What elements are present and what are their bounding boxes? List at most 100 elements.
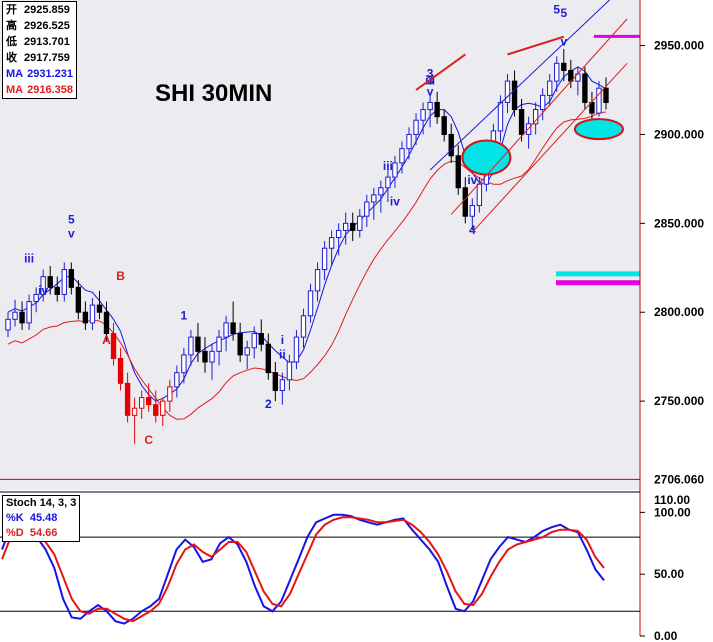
chart-stage: iii iv v 5 3 1 i ii 2 3 v iii iv iii iv v 4 5 5 A B C 2950.00…: [0, 0, 713, 642]
high-row: 高 2926.525: [6, 18, 73, 34]
candle-body: [392, 162, 398, 178]
candle-body: [258, 333, 264, 345]
wave-label-blue: iii: [383, 159, 393, 173]
candle-body: [54, 286, 60, 295]
candle-body: [89, 304, 96, 324]
candle-body: [603, 87, 609, 103]
wave-label-blue: iv: [38, 283, 48, 297]
candle-body: [385, 176, 391, 189]
candle-body: [518, 109, 525, 135]
candle-body: [286, 361, 293, 381]
candle-body: [68, 269, 74, 288]
k-label: %K: [6, 512, 24, 524]
candle-body: [434, 101, 440, 118]
wave-label-blue: iv: [390, 195, 400, 209]
candle-body: [441, 116, 447, 135]
candle-body: [251, 333, 257, 349]
candle-body: [181, 354, 187, 374]
open-value: 2925.859: [24, 4, 70, 16]
k-legend: %K 45.48: [6, 511, 76, 526]
d-label: %D: [6, 527, 24, 539]
low-row: 低 2913.701: [6, 34, 73, 50]
highlight-ellipse: [461, 139, 512, 176]
candle-body: [357, 215, 363, 231]
candle-body: [371, 194, 377, 203]
candle-body: [195, 336, 201, 352]
candle-body: [82, 311, 89, 324]
ma-fast-label: MA: [6, 68, 24, 80]
price-tick-label: 2800.000: [654, 305, 704, 319]
wave-label-blue: 5: [560, 6, 567, 20]
wave-label-blue: iv: [467, 173, 477, 187]
candle-body: [26, 301, 32, 324]
candle-body: [300, 315, 307, 338]
candle-body: [160, 400, 166, 416]
candle-body: [237, 333, 243, 356]
candle-body: [364, 201, 370, 217]
chart-title: SHI 30MIN: [155, 80, 272, 107]
stochastic-label: Stoch 14, 3, 3: [6, 497, 77, 509]
price-pane-background: [0, 0, 640, 490]
candle-body: [399, 148, 405, 164]
ma-slow-value: 2916.358: [27, 84, 73, 96]
ohlc-readout: 开 2925.859 高 2926.525 低 2913.701 收 2917.759 …: [2, 1, 77, 99]
candle-body: [167, 386, 173, 402]
candle-body: [12, 311, 18, 320]
candle-body: [420, 109, 426, 121]
candle-body: [230, 322, 236, 335]
ma-fast-row: MA 2931.231: [6, 66, 73, 82]
candle-body: [265, 343, 271, 374]
price-tick-label: 2900.000: [654, 127, 704, 141]
close-row: 收 2917.759: [6, 50, 73, 66]
candle-body: [328, 237, 335, 249]
wave-label-blue: ii: [279, 347, 286, 361]
candle-body: [209, 350, 215, 363]
candle-body: [138, 397, 145, 409]
ma-fast-value: 2931.231: [27, 68, 73, 80]
wave-label-blue: 5: [553, 3, 560, 17]
target-zone-marker: [594, 34, 640, 38]
candle-body: [19, 311, 25, 324]
candle-body: [427, 101, 433, 111]
chart-canvas: iiiivv531iii23viiiiviiiivv455ABC 2950.00…: [0, 0, 713, 642]
candle-body: [413, 119, 419, 135]
wave-label-red: B: [116, 269, 125, 283]
high-label: 高: [6, 20, 17, 32]
candle-body: [540, 94, 546, 111]
wave-label-blue: iii: [24, 251, 34, 265]
candle-body: [146, 397, 152, 406]
candle-body: [61, 269, 67, 295]
candle-body: [110, 333, 117, 359]
candle-body: [547, 80, 553, 96]
last-price-label: 2706.060: [654, 472, 704, 486]
open-label: 开: [6, 4, 17, 16]
candle-body: [462, 187, 468, 217]
candle-body: [469, 205, 476, 217]
candle-body: [448, 133, 454, 157]
close-value: 2917.759: [24, 52, 70, 64]
wave-label-blue: 2: [265, 397, 272, 411]
candle-body: [216, 336, 222, 352]
high-value: 2926.525: [24, 20, 70, 32]
candle-body: [124, 382, 131, 416]
wave-label-blue: 1: [181, 308, 188, 322]
stoch-tick-label: 100.00: [654, 505, 691, 519]
candle-body: [561, 62, 567, 71]
highlight-ellipse: [573, 118, 624, 141]
candle-body: [5, 318, 11, 331]
candle-body: [343, 222, 349, 231]
candle-body: [131, 407, 138, 416]
open-row: 开 2925.859: [6, 2, 73, 18]
candle-body: [75, 286, 82, 313]
price-tick-label: 2750.000: [654, 394, 704, 408]
stochastic-legend: Stoch 14, 3, 3 %K 45.48 %D 54.66: [2, 495, 81, 542]
candle-body: [202, 350, 208, 363]
wave-label-blue: i: [281, 333, 284, 347]
wave-label-blue: 5: [68, 212, 75, 226]
low-label: 低: [6, 36, 17, 48]
candle-body: [103, 311, 110, 335]
d-value: 54.66: [29, 527, 58, 539]
candle-body: [350, 222, 356, 231]
wave-label-red: C: [144, 433, 153, 447]
ma-slow-label: MA: [6, 84, 24, 96]
